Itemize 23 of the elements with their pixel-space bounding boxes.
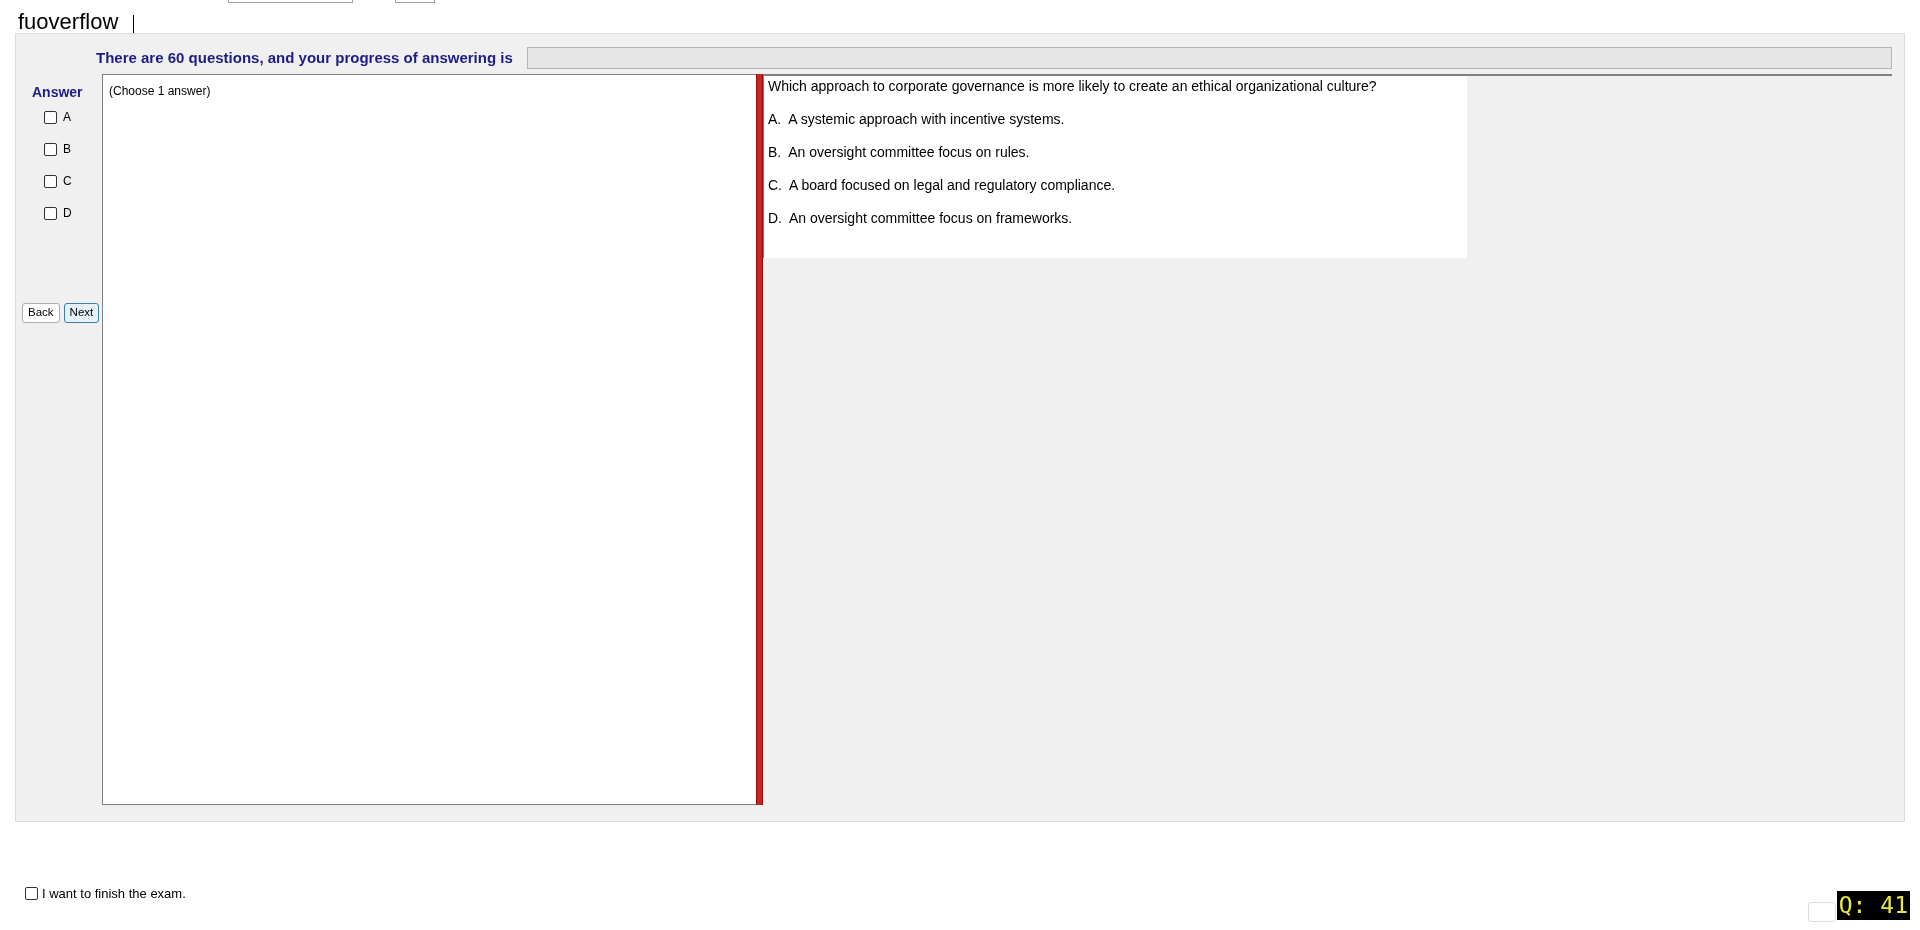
question-counter: Q: 41 [1836, 891, 1910, 920]
answer-checkbox[interactable] [44, 142, 57, 156]
nav-button[interactable]: Next [63, 303, 100, 323]
app-title: fuoverflow [18, 11, 119, 33]
answer-checkbox[interactable] [44, 206, 57, 220]
answer-choice: B. An oversight committee focus on rules. [768, 143, 1031, 161]
answer-checkbox[interactable] [44, 174, 57, 188]
option-label: D [63, 205, 72, 222]
answer-choice: A. A systemic approach with incentive systems. [768, 110, 1066, 128]
nav-button[interactable]: Back [22, 303, 60, 323]
option-label: A [63, 109, 71, 126]
question-text: Which approach to corporate governance is more likely to create an ethical organizational culture? [768, 77, 1378, 95]
answer-heading: Answer [32, 83, 84, 102]
progress-label: There are 60 questions, and your progress of answering is [96, 47, 513, 68]
answer-checkbox[interactable] [44, 110, 57, 124]
option-label: B [63, 141, 71, 158]
answer-choice: D. An oversight committee focus on frameworks. [768, 209, 1074, 227]
answer-choice: C. A board focused on legal and regulatory compliance. [768, 176, 1117, 194]
answer-note: (Choose 1 answer) [109, 84, 211, 98]
finish-checkbox[interactable] [25, 887, 38, 901]
text-cursor [133, 15, 135, 33]
option-label: C [63, 173, 72, 190]
finish-label: I want to finish the exam. [42, 885, 186, 903]
